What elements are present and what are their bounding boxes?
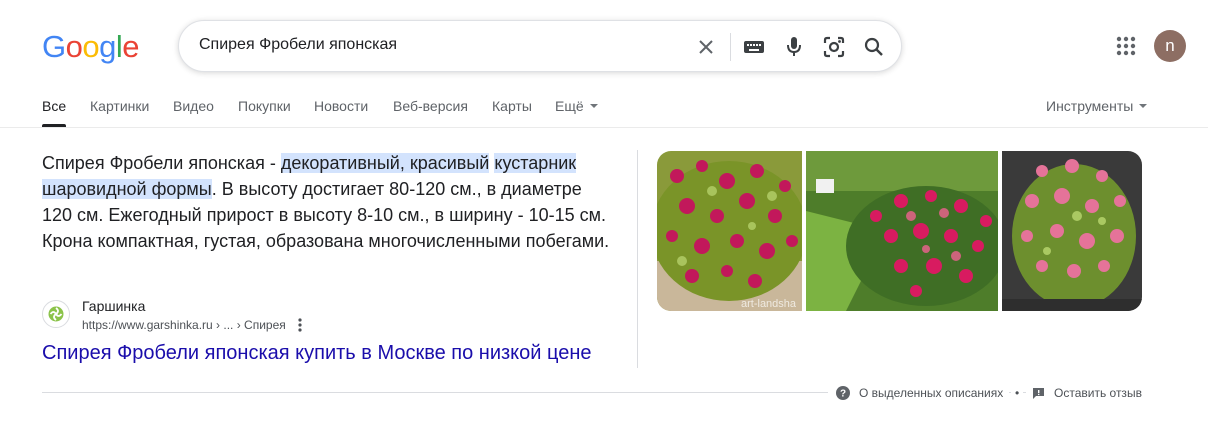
- feedback-link[interactable]: Оставить отзыв: [1026, 385, 1146, 401]
- apps-grid-icon[interactable]: [1114, 34, 1138, 58]
- more-options-icon[interactable]: [296, 317, 304, 333]
- snippet-images: art-landsha: [657, 151, 1142, 311]
- logo-letter: G: [42, 29, 66, 64]
- site-name: Гаршинка: [82, 298, 146, 314]
- lens-icon[interactable]: [822, 35, 846, 59]
- tab-maps[interactable]: Карты: [492, 98, 532, 114]
- feedback-label: Оставить отзыв: [1054, 386, 1142, 400]
- feedback-icon: [1032, 387, 1045, 400]
- spiraea-photo-1[interactable]: art-landsha: [657, 151, 802, 311]
- site-favicon: [42, 300, 70, 328]
- about-snippets-label: О выделенных описаниях: [859, 386, 1004, 400]
- google-logo[interactable]: Google: [42, 29, 140, 65]
- spiraea-photo-3[interactable]: [1002, 151, 1142, 311]
- logo-letter: g: [99, 29, 116, 64]
- logo-letter: e: [122, 29, 140, 64]
- tab-videos[interactable]: Видео: [173, 98, 214, 114]
- tab-shopping[interactable]: Покупки: [238, 98, 291, 114]
- spiraea-photo-2[interactable]: [806, 151, 998, 311]
- chevron-down-icon: [1139, 104, 1148, 108]
- tab-more-label: Ещё: [555, 98, 584, 114]
- logo-letter: o: [65, 29, 83, 64]
- tab-web[interactable]: Веб-версия: [393, 98, 468, 114]
- snippet-lead: Спирея Фробели японская -: [42, 153, 281, 173]
- clear-icon[interactable]: [694, 35, 718, 59]
- search-icon[interactable]: [862, 35, 886, 59]
- tools-label: Инструменты: [1046, 98, 1134, 114]
- tab-all[interactable]: Все: [42, 98, 66, 114]
- account-avatar[interactable]: n: [1154, 30, 1186, 62]
- search-input[interactable]: Спирея Фробели японская: [199, 36, 397, 54]
- result-title-link[interactable]: Спирея Фробели японская купить в Москве …: [42, 342, 592, 365]
- tab-more[interactable]: Ещё: [555, 98, 598, 114]
- help-icon: ?: [836, 386, 850, 400]
- search-divider: [730, 33, 731, 61]
- image-watermark: art-landsha: [741, 298, 797, 310]
- keyboard-icon[interactable]: [742, 35, 766, 59]
- featured-snippet-text: Спирея Фробели японская - декоративный, …: [42, 150, 612, 254]
- search-box[interactable]: Спирея Фробели японская: [178, 20, 902, 72]
- about-snippets-link[interactable]: ? О выделенных описаниях: [828, 385, 1010, 401]
- footer-separator: •: [1011, 385, 1024, 401]
- mic-icon[interactable]: [782, 35, 806, 59]
- tab-images[interactable]: Картинки: [90, 98, 149, 114]
- logo-letter: o: [82, 29, 100, 64]
- chevron-down-icon: [589, 104, 598, 108]
- search-tabs: Все Картинки Видео Покупки Новости Веб-в…: [0, 88, 1208, 128]
- vertical-divider: [637, 150, 638, 368]
- tools-button[interactable]: Инструменты: [1046, 98, 1148, 114]
- active-tab-indicator: [42, 124, 66, 127]
- snippet-highlight: декоративный, красивый: [280, 153, 490, 173]
- svg-text:?: ?: [840, 389, 846, 400]
- site-url: https://www.garshinka.ru › ... › Спирея: [82, 318, 286, 332]
- tab-news[interactable]: Новости: [314, 98, 368, 114]
